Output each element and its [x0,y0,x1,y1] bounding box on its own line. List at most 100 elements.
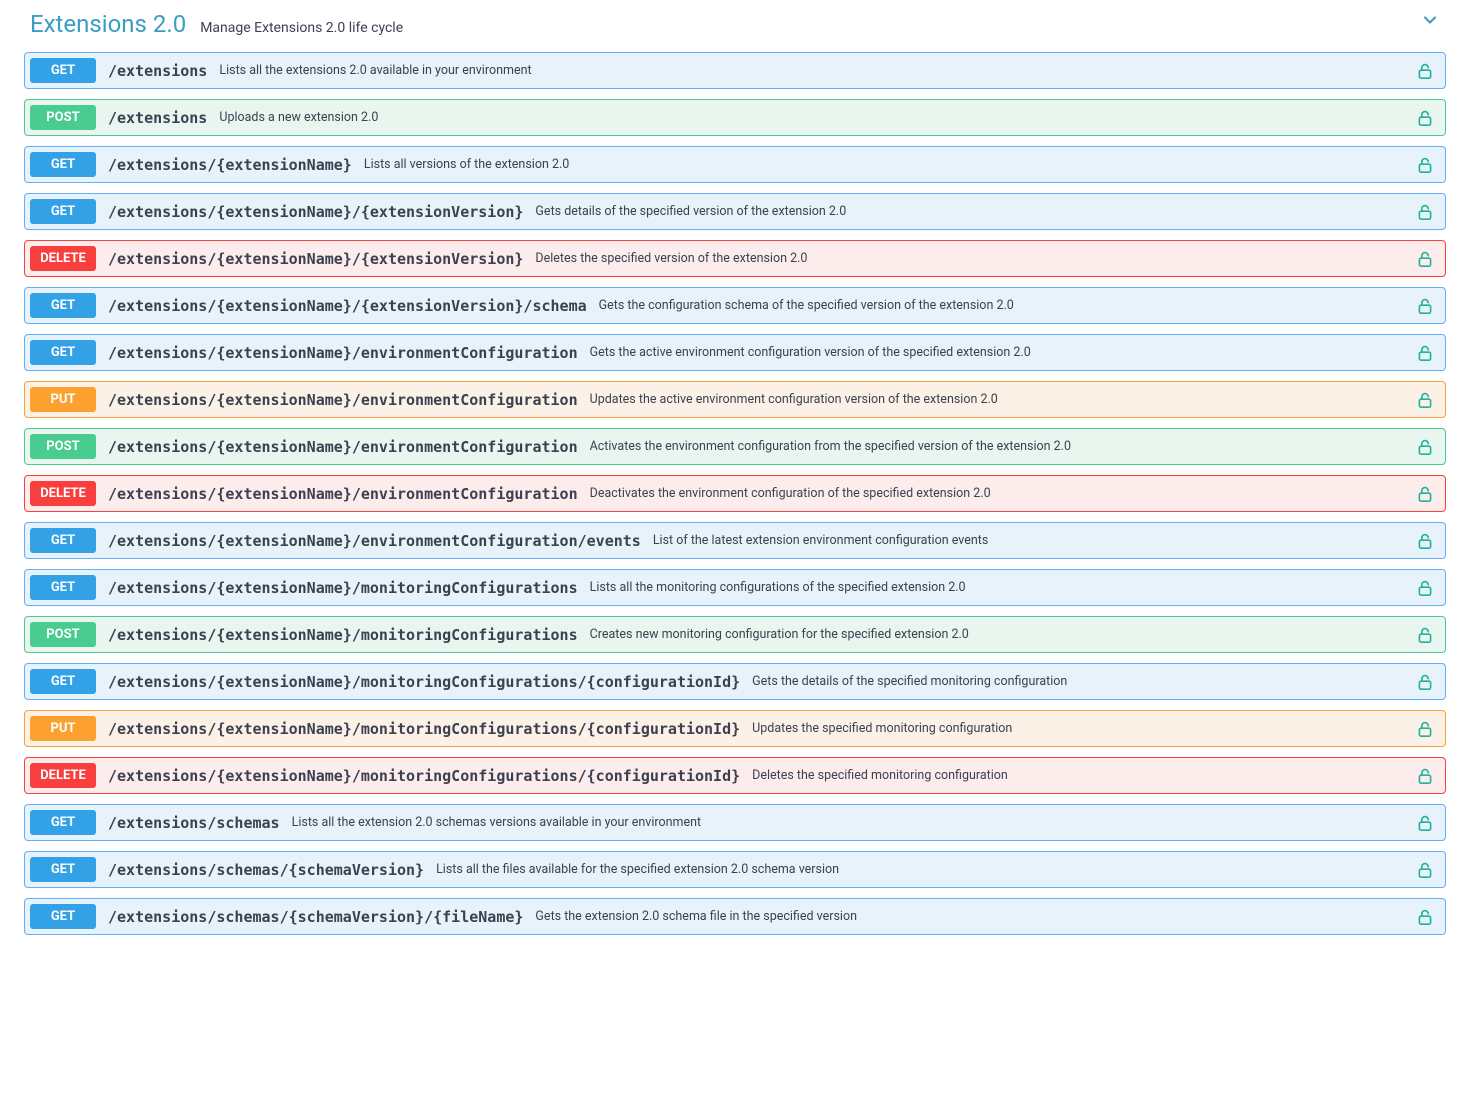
unlock-icon[interactable] [1415,671,1435,693]
method-badge: GET [30,575,96,600]
operation-summary: Uploads a new extension 2.0 [219,110,378,125]
operation-path: /extensions/{extensionName}/monitoringCo… [108,767,740,785]
unlock-icon[interactable] [1415,624,1435,646]
operation-summary: Creates new monitoring configuration for… [590,627,969,642]
method-badge: PUT [30,387,96,412]
unlock-icon[interactable] [1415,436,1435,458]
operation-summary: Lists all the extension 2.0 schemas vers… [292,815,702,830]
chevron-down-icon[interactable] [1420,10,1440,30]
operation-summary: Gets details of the specified version of… [535,204,846,219]
operation-row[interactable]: GET/extensions/{extensionName}/{extensio… [24,287,1446,324]
operation-path: /extensions/{extensionName}/monitoringCo… [108,626,578,644]
method-badge: DELETE [30,763,96,788]
unlock-icon[interactable] [1415,201,1435,223]
method-badge: POST [30,622,96,647]
operation-summary: Deletes the specified monitoring configu… [752,768,1008,783]
operation-path: /extensions/{extensionName}/environmentC… [108,344,578,362]
operation-summary: Lists all the extensions 2.0 available i… [219,63,531,78]
method-badge: DELETE [30,246,96,271]
operation-row[interactable]: GET/extensions Lists all the extensions 2… [24,52,1446,89]
unlock-icon[interactable] [1415,577,1435,599]
section-description: Manage Extensions 2.0 life cycle [200,20,403,36]
operation-path: /extensions/{extensionName}/monitoringCo… [108,673,740,691]
unlock-icon[interactable] [1415,60,1435,82]
operation-summary: Lists all the monitoring configurations … [590,580,966,595]
operation-path: /extensions/{extensionName}/{extensionVe… [108,297,587,315]
operations-list: GET/extensions Lists all the extensions 2… [24,52,1446,935]
operation-path: /extensions/{extensionName}/environmentC… [108,438,578,456]
operation-path: /extensions/schemas [108,814,280,832]
operation-row[interactable]: DELETE/extensions/{extensionName}/enviro… [24,475,1446,512]
operation-summary: List of the latest extension environment… [653,533,988,548]
operation-path: /extensions/{extensionName}/monitoringCo… [108,579,578,597]
unlock-icon[interactable] [1415,718,1435,740]
operation-summary: Deletes the specified version of the ext… [535,251,807,266]
operation-path: /extensions [108,109,207,127]
method-badge: DELETE [30,481,96,506]
operation-row[interactable]: PUT/extensions/{extensionName}/environme… [24,381,1446,418]
operation-summary: Gets the configuration schema of the spe… [599,298,1014,313]
operation-path: /extensions/{extensionName} [108,156,352,174]
operation-summary: Deactivates the environment configuratio… [590,486,991,501]
operation-summary: Gets the extension 2.0 schema file in th… [535,909,857,924]
unlock-icon[interactable] [1415,248,1435,270]
method-badge: GET [30,199,96,224]
operation-row[interactable]: GET/extensions/{extensionName} Lists all … [24,146,1446,183]
operation-path: /extensions/{extensionName}/environmentC… [108,391,578,409]
operation-row[interactable]: POST/extensions/{extensionName}/monitori… [24,616,1446,653]
operation-row[interactable]: POST/extensions/{extensionName}/environm… [24,428,1446,465]
unlock-icon[interactable] [1415,483,1435,505]
method-badge: GET [30,857,96,882]
operation-row[interactable]: DELETE/extensions/{extensionName}/monito… [24,757,1446,794]
section-header[interactable]: Extensions 2.0 Manage Extensions 2.0 lif… [24,0,1446,52]
method-badge: GET [30,904,96,929]
method-badge: GET [30,152,96,177]
unlock-icon[interactable] [1415,342,1435,364]
unlock-icon[interactable] [1415,107,1435,129]
operation-row[interactable]: GET/extensions/schemas/{schemaVersion} Li… [24,851,1446,888]
unlock-icon[interactable] [1415,765,1435,787]
method-badge: PUT [30,716,96,741]
unlock-icon[interactable] [1415,154,1435,176]
operation-row[interactable]: PUT/extensions/{extensionName}/monitorin… [24,710,1446,747]
method-badge: POST [30,434,96,459]
operation-path: /extensions/{extensionName}/monitoringCo… [108,720,740,738]
method-badge: POST [30,105,96,130]
unlock-icon[interactable] [1415,295,1435,317]
method-badge: GET [30,293,96,318]
operation-row[interactable]: DELETE/extensions/{extensionName}/{exten… [24,240,1446,277]
operation-row[interactable]: GET/extensions/{extensionName}/environme… [24,334,1446,371]
operation-summary: Updates the specified monitoring configu… [752,721,1012,736]
operation-path: /extensions/{extensionName}/{extensionVe… [108,250,523,268]
method-badge: GET [30,810,96,835]
operation-summary: Lists all versions of the extension 2.0 [364,157,569,172]
operation-summary: Activates the environment configuration … [590,439,1071,454]
unlock-icon[interactable] [1415,906,1435,928]
operation-row[interactable]: GET/extensions/{extensionName}/monitorin… [24,663,1446,700]
operation-path: /extensions/schemas/{schemaVersion}/{fil… [108,908,523,926]
operation-summary: Gets the active environment configuratio… [590,345,1031,360]
operation-row[interactable]: GET/extensions/schemas Lists all the exte… [24,804,1446,841]
method-badge: GET [30,528,96,553]
operation-row[interactable]: GET/extensions/schemas/{schemaVersion}/{… [24,898,1446,935]
operation-summary: Gets the details of the specified monito… [752,674,1067,689]
operation-path: /extensions [108,62,207,80]
operation-path: /extensions/{extensionName}/environmentC… [108,485,578,503]
operation-row[interactable]: GET/extensions/{extensionName}/{extensio… [24,193,1446,230]
unlock-icon[interactable] [1415,530,1435,552]
section-title: Extensions 2.0 [30,10,186,38]
operation-path: /extensions/{extensionName}/{extensionVe… [108,203,523,221]
unlock-icon[interactable] [1415,812,1435,834]
unlock-icon[interactable] [1415,859,1435,881]
operation-summary: Lists all the files available for the sp… [436,862,839,877]
method-badge: GET [30,669,96,694]
unlock-icon[interactable] [1415,389,1435,411]
operation-row[interactable]: POST/extensions Uploads a new extension 2… [24,99,1446,136]
operation-summary: Updates the active environment configura… [590,392,998,407]
operation-row[interactable]: GET/extensions/{extensionName}/monitorin… [24,569,1446,606]
method-badge: GET [30,340,96,365]
operation-path: /extensions/schemas/{schemaVersion} [108,861,424,879]
operation-path: /extensions/{extensionName}/environmentC… [108,532,641,550]
method-badge: GET [30,58,96,83]
operation-row[interactable]: GET/extensions/{extensionName}/environme… [24,522,1446,559]
